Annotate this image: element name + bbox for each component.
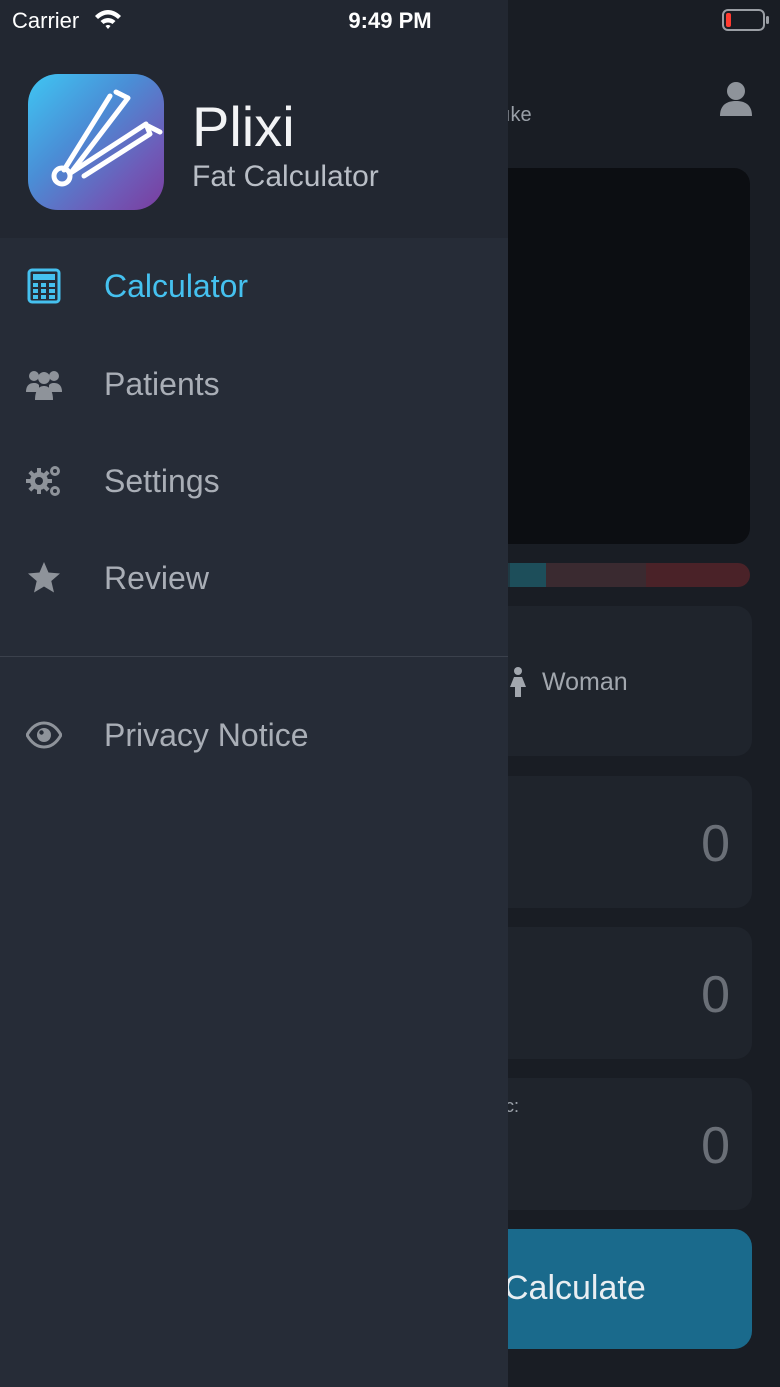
gears-icon [26,466,60,496]
menu-item-privacy-notice[interactable]: Privacy Notice [0,695,508,775]
clock: 9:49 PM [348,8,432,33]
menu-item-label: Calculator [104,268,249,304]
calculator-icon [27,268,61,304]
status-bar: Carrier 9:49 PM [0,0,780,40]
measurement-value-1: 0 [701,815,730,873]
menu-item-settings[interactable]: Settings [0,441,508,521]
user-icon[interactable] [716,78,756,118]
star-icon [28,562,60,593]
menu-item-label: Patients [104,366,220,402]
side-drawer: Plixi Fat Calculator Calculator Patients [0,0,508,1387]
app-subtitle: Fat Calculator [192,160,379,193]
app-name: Plixi [192,95,295,158]
calculate-button-label: Calculate [504,1269,646,1307]
result-panel [488,168,750,544]
menu-item-calculator[interactable]: Calculator [0,246,508,326]
eye-icon [26,721,62,749]
menu-item-patients[interactable]: Patients [0,344,508,424]
measurement-value-2: 0 [701,966,730,1024]
users-icon [26,371,62,400]
app-logo-icon [28,74,164,210]
woman-icon [510,667,526,697]
battery-icon [722,9,769,31]
calculate-button[interactable]: Calculate [488,1229,752,1349]
menu-item-label: Privacy Notice [104,717,309,753]
hint-text: ıke [505,104,532,126]
measurement-value-3: 0 [701,1117,730,1175]
menu-item-review[interactable]: Review [0,538,508,618]
fat-scale-bar [488,563,750,587]
menu-item-label: Settings [104,463,220,499]
menu-divider [0,656,508,657]
gender-option-woman[interactable]: Woman [542,668,628,697]
menu-item-label: Review [104,560,209,596]
